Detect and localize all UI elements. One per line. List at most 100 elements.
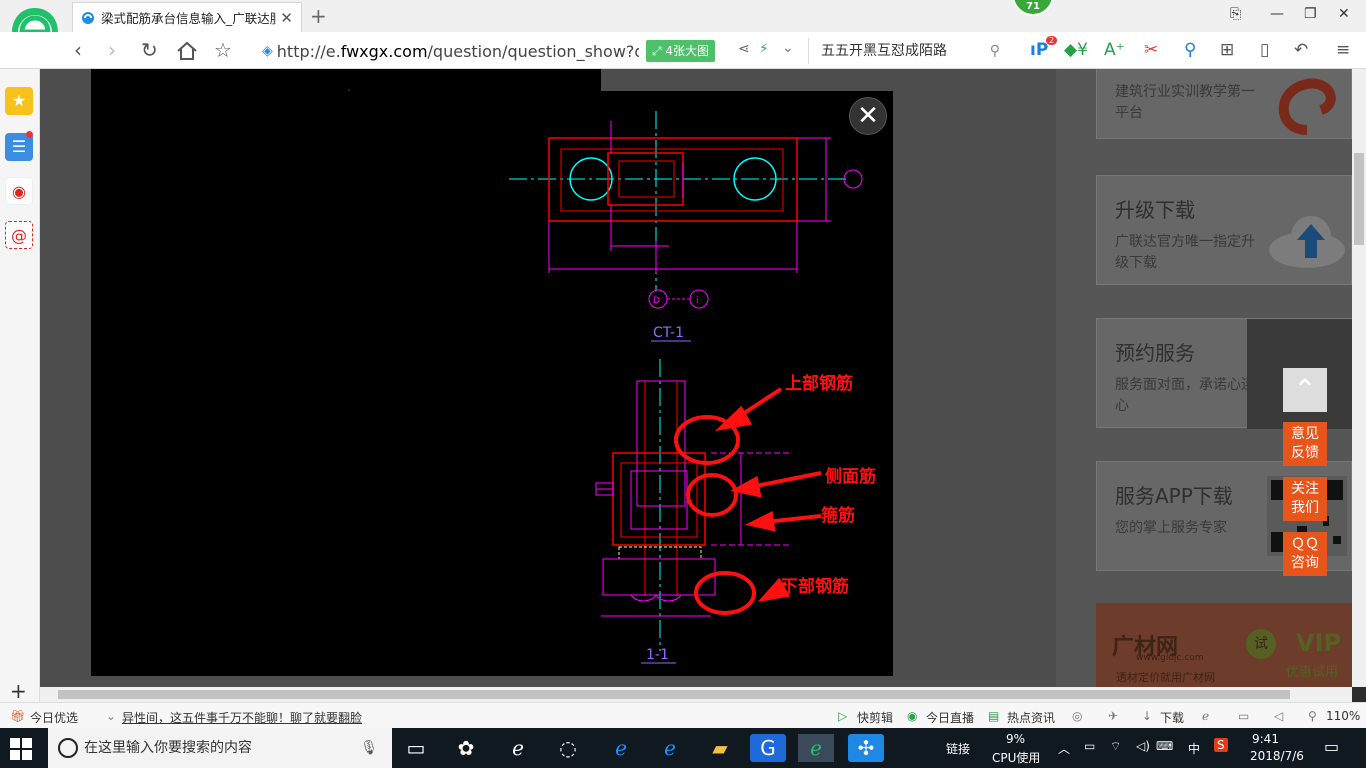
browser-e-icon[interactable]: ℯ (500, 734, 536, 762)
wifi-icon[interactable]: ⌔ (1110, 739, 1121, 754)
taskbar-search[interactable]: 在这里输入你要搜索的内容 🎙︎ (48, 728, 392, 768)
add-sidebar-button[interactable]: + (10, 679, 27, 703)
lightbox-close-button[interactable]: ✕ (849, 97, 887, 135)
reload-icon[interactable]: ↻ (141, 38, 158, 62)
scissors-icon[interactable]: ✂ (1144, 40, 1158, 60)
promo-banner[interactable]: 广材网 www.gldjc.com 透材定价就用广材网 试 VIP 优惠试用 (1096, 603, 1352, 687)
tab-active[interactable]: 梁式配筋承台信息输入_广联达服 ✕ (72, 2, 302, 32)
taskbar-search-input[interactable]: 在这里输入你要搜索的内容 (84, 740, 252, 756)
tab-title: 梁式配筋承台信息输入_广联达服 (101, 11, 277, 26)
menu-icon[interactable]: ≡ (1336, 40, 1350, 60)
chevron-down-icon[interactable]: ⌄ (782, 40, 794, 56)
tablet-mode-icon[interactable]: ▯ (1260, 40, 1269, 60)
tray-expand-icon[interactable]: ︿ (1058, 740, 1070, 757)
back-icon[interactable]: ‹ (74, 38, 82, 62)
speed-mode-icon[interactable]: ⚡ (759, 41, 769, 57)
sogou-ime-icon[interactable]: S (1214, 738, 1228, 752)
today-live-link[interactable]: 今日直播 (926, 709, 974, 726)
safe-pay-icon[interactable]: ◆¥ (1064, 40, 1088, 60)
horizontal-scrollbar[interactable] (40, 687, 1352, 702)
zoom-icon[interactable]: ⚲ (1308, 709, 1317, 723)
speed-icon[interactable]: ◎ (1072, 709, 1082, 723)
today-picks-link[interactable]: 今日优选 (30, 709, 78, 726)
clock-date[interactable]: 2018/7/6 (1250, 749, 1304, 763)
mute-icon[interactable]: ◁ (1274, 709, 1283, 723)
chevron-down-icon[interactable]: ⌄ (106, 709, 116, 723)
news-ticker-link[interactable]: 异性间，这五件事千万不能聊！聊了就要翻脸 (122, 709, 362, 726)
edge-icon[interactable]: ℯ (603, 734, 639, 762)
email-icon[interactable]: @ (5, 221, 33, 249)
active-browser-icon[interactable]: ℯ (798, 734, 834, 762)
apps-grid-icon[interactable]: ⊞ (1220, 40, 1234, 60)
big-image-button[interactable]: ⤢ 4张大图 (646, 40, 716, 62)
download-icon[interactable]: ↓ (1142, 709, 1152, 723)
share-icon[interactable]: ⋖ (738, 41, 750, 57)
tab-close-icon[interactable]: ✕ (280, 9, 293, 27)
task-view-icon[interactable]: ▭ (398, 734, 434, 762)
keyboard-icon[interactable]: ⌨ (1156, 739, 1173, 753)
qq-consult-button[interactable]: ＱＱ 咨询 (1283, 532, 1327, 576)
app-store-icon[interactable]: ıP (1030, 40, 1048, 60)
left-sidebar: ★ ☰ ◉ @ + (0, 69, 40, 703)
follow-us-button[interactable]: 关注 我们 (1283, 477, 1327, 521)
maximize-button[interactable]: ❐ (1304, 6, 1317, 22)
url-text[interactable]: http://e.fwxgx.com/question/question_sho… (277, 42, 639, 61)
clock-time[interactable]: 9:41 (1252, 732, 1279, 746)
forward-icon[interactable]: › (108, 38, 116, 62)
ie-mode-icon[interactable]: ℯ (1202, 709, 1209, 723)
pin-icon[interactable]: ✈ (1108, 709, 1118, 723)
label-bottom-rebar: 下部钢筋 (781, 576, 849, 597)
volume-icon[interactable]: ◁) (1136, 739, 1150, 753)
file-explorer-icon[interactable]: ▰ (702, 734, 738, 762)
window-icon[interactable]: ▭ (1238, 709, 1249, 723)
link-label[interactable]: 链接 (946, 740, 970, 757)
pinwheel-app-icon[interactable]: ✿ (448, 734, 484, 762)
card-upgrade[interactable]: 升级下载 广联达官方唯一指定升级下载 (1096, 175, 1352, 285)
vertical-scrollbar[interactable] (1352, 69, 1366, 687)
scroll-thumb[interactable] (1354, 153, 1364, 245)
notification-center-icon[interactable]: ▭ (1324, 737, 1339, 756)
feedback-button[interactable]: 意见 反馈 (1283, 422, 1327, 466)
close-window-button[interactable]: ✕ (1338, 6, 1350, 22)
windows-start-icon[interactable] (10, 738, 32, 760)
level-badge[interactable]: 71 (1012, 0, 1054, 16)
magnifier-tool-icon[interactable]: ⚲ (1184, 40, 1196, 60)
undo-close-icon[interactable]: ↶ (1294, 40, 1308, 60)
quick-cut-link[interactable]: 快剪辑 (857, 709, 893, 726)
swirl-app-icon[interactable]: ◌ (550, 734, 586, 762)
zoom-level[interactable]: 110% (1326, 709, 1360, 723)
unread-dot (26, 131, 33, 138)
new-tab-button[interactable]: + (310, 4, 327, 28)
scroll-thumb[interactable] (58, 690, 1290, 699)
battery-icon[interactable]: ▭ (1084, 739, 1095, 753)
search-box[interactable]: 五五开黑互怼成陌路 ⚲ (808, 38, 1008, 64)
gift-icon[interactable]: 🎁︎ (10, 709, 25, 723)
address-bar[interactable]: ◈ http://e.fwxgx.com/question/question_s… (262, 38, 802, 64)
promo-vip-sub: 优惠试用 (1286, 665, 1339, 680)
favorites-star-icon[interactable]: ★ (5, 87, 33, 115)
ie-icon[interactable]: ℯ (652, 734, 688, 762)
favorite-star-icon[interactable]: ☆ (214, 38, 232, 62)
page-info-icon[interactable]: ◈ (262, 43, 273, 59)
remote-app-icon[interactable]: ✣ (848, 734, 884, 762)
quick-cut-icon[interactable]: ▷ (838, 709, 847, 723)
label-top-rebar: 上部钢筋 (785, 373, 853, 394)
skin-icon[interactable]: ⎘ (1230, 6, 1241, 22)
microphone-icon[interactable]: 🎙︎ (360, 728, 378, 768)
home-icon[interactable] (176, 41, 198, 61)
glodon-app-icon[interactable]: G (750, 734, 786, 762)
trial-badge: 试 (1246, 629, 1276, 659)
hot-news-link[interactable]: 热点资讯 (1007, 709, 1055, 726)
back-to-top-button[interactable]: ⌃ (1283, 368, 1327, 412)
download-link[interactable]: 下载 (1160, 709, 1184, 726)
label-stirrup: 箍筋 (821, 505, 855, 526)
hot-news-icon[interactable]: ▤ (988, 709, 999, 723)
search-icon[interactable]: ⚲ (990, 38, 1000, 64)
card-training[interactable]: 建筑行业实训教学第一平台 (1096, 69, 1352, 139)
search-input[interactable]: 五五开黑互怼成陌路 (821, 43, 947, 59)
weibo-icon[interactable]: ◉ (5, 177, 33, 205)
ime-indicator[interactable]: 中 (1188, 740, 1200, 757)
minimize-button[interactable]: — (1270, 6, 1284, 22)
live-icon[interactable]: ◉ (907, 709, 917, 723)
translate-icon[interactable]: A⁺ (1104, 40, 1125, 60)
